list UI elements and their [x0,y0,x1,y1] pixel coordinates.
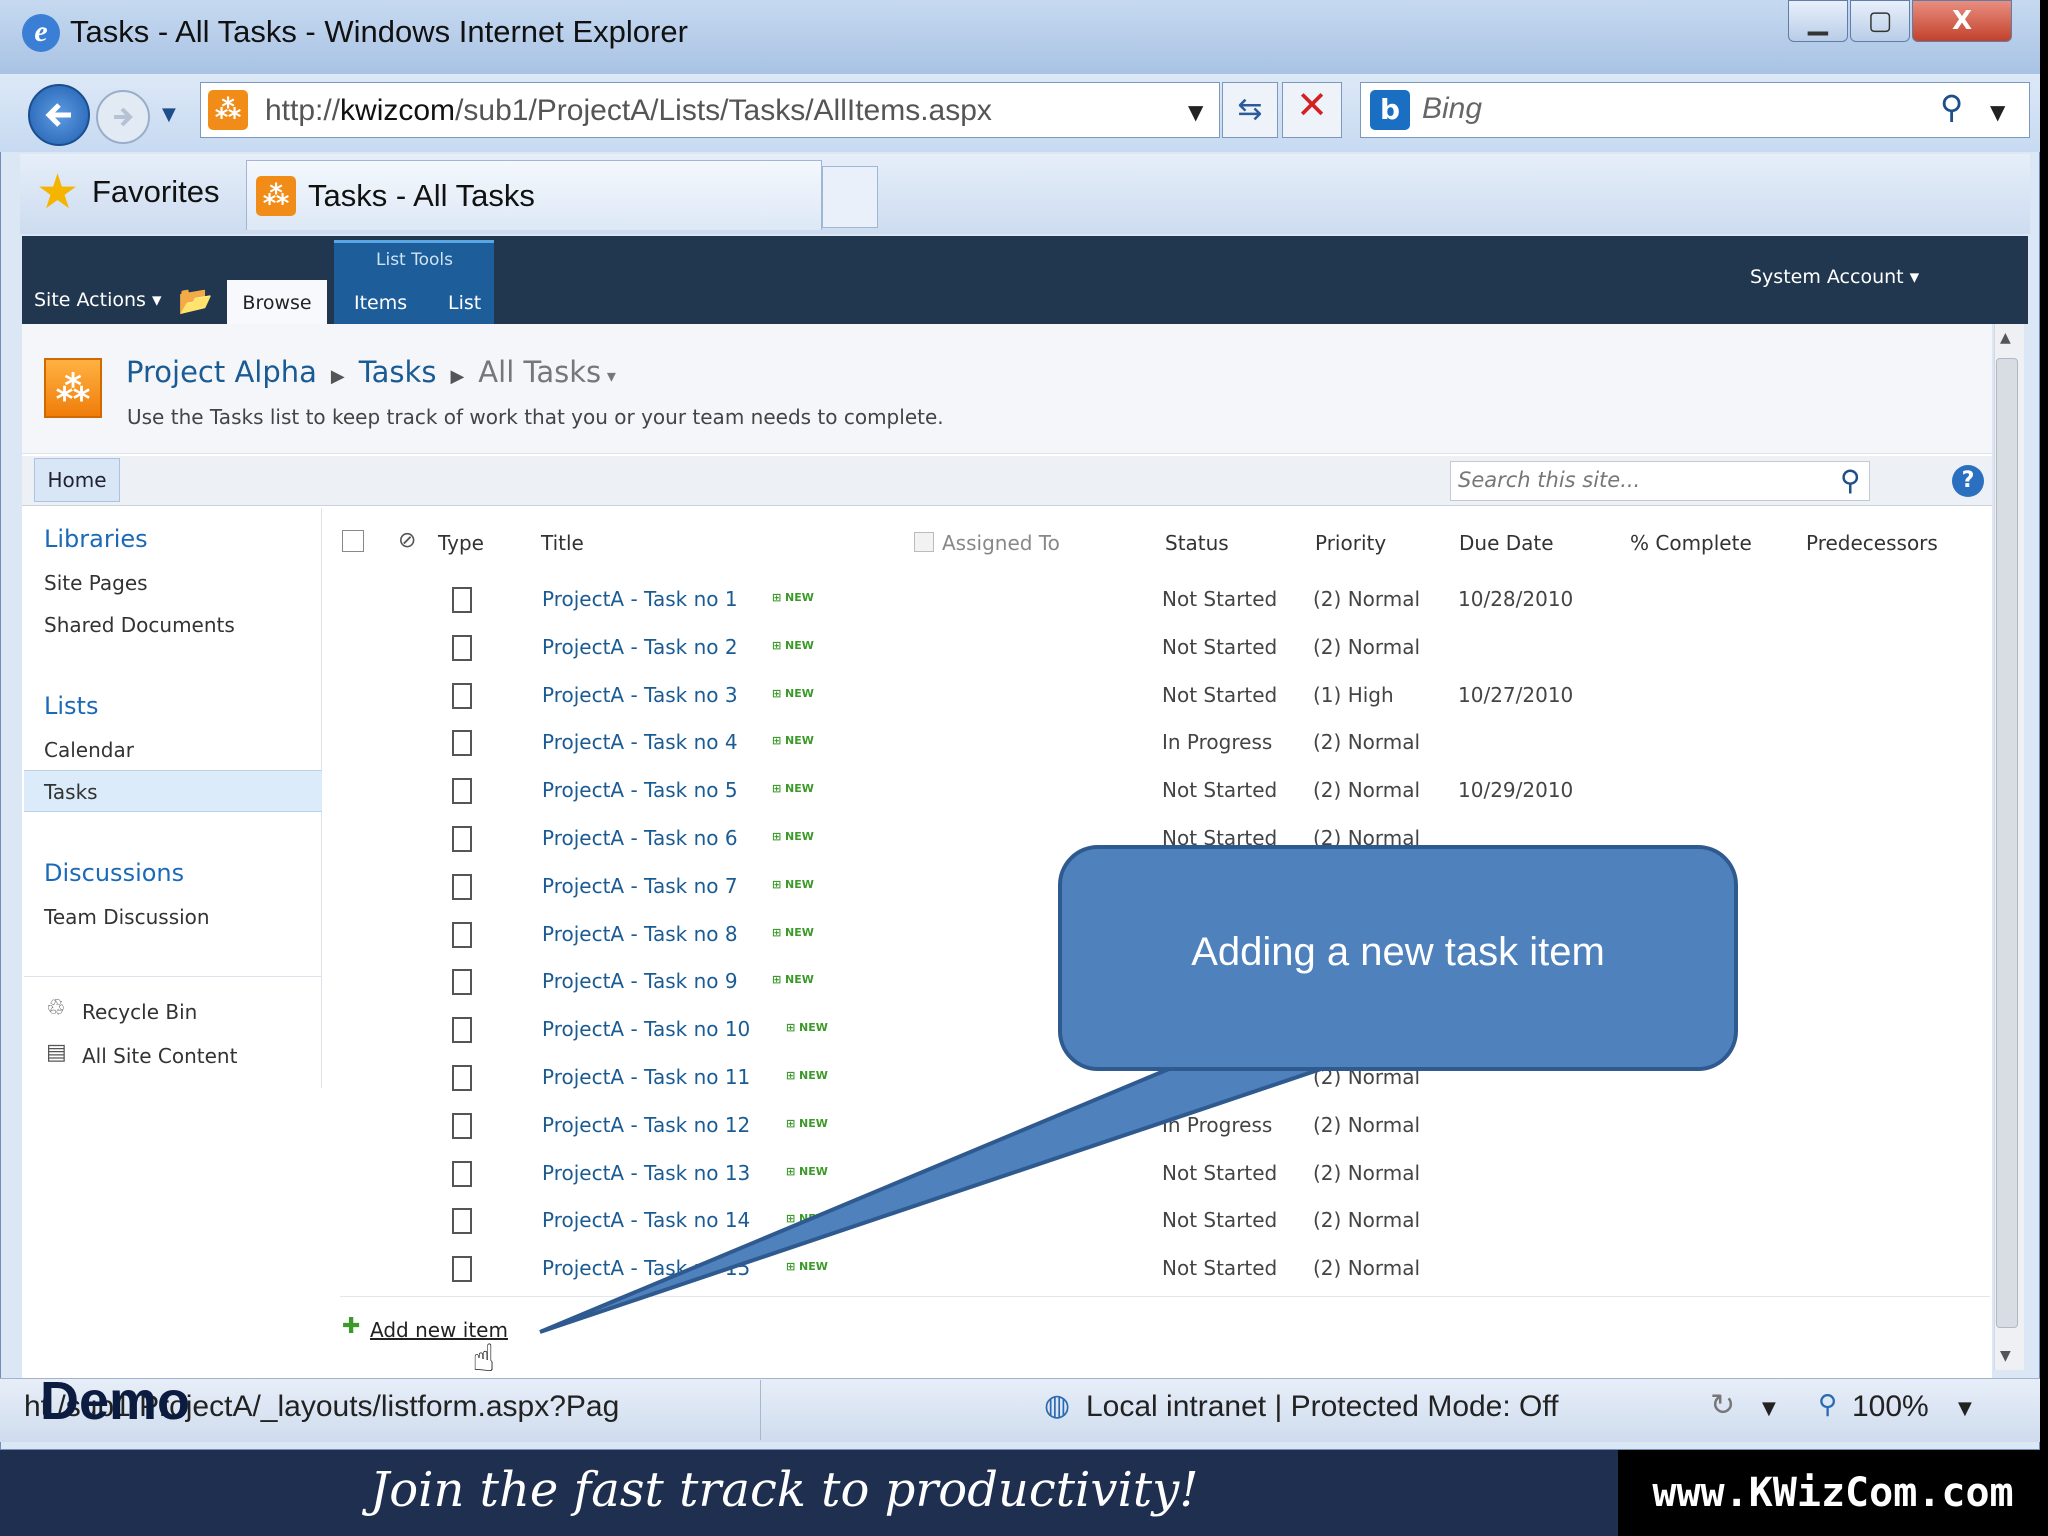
new-badge: ⊞ NEW [772,782,814,795]
hand-cursor-icon: ☝ [472,1336,496,1380]
task-status: Not Started [1162,635,1278,659]
task-status: Not Started [1162,1208,1278,1232]
task-priority: (1) High [1313,683,1394,707]
zoom-level[interactable]: 100% [1852,1390,1929,1424]
task-status: Not Started [1162,683,1278,707]
document-icon [452,635,472,661]
new-badge: ⊞ NEW [772,973,814,986]
task-status: In Progress [1162,730,1273,754]
new-badge: ⊞ NEW [772,687,814,700]
task-status: In Progress [1162,1113,1273,1137]
scroll-down-icon[interactable]: ▼ [2000,1348,2011,1364]
task-title-link[interactable]: ProjectA - Task no 3 [542,683,738,707]
new-badge: ⊞ NEW [772,926,814,939]
new-badge: ⊞ NEW [786,1069,828,1082]
new-badge: ⊞ NEW [786,1021,828,1034]
security-zone[interactable]: Local intranet | Protected Mode: Off [1086,1390,1559,1424]
document-icon [452,730,472,756]
task-status: Not Started [1162,1256,1278,1280]
task-title-link[interactable]: ProjectA - Task no 2 [542,635,738,659]
task-priority: (2) Normal [1313,1208,1421,1232]
cycle-icon[interactable]: ↻ [1710,1388,1735,1423]
task-priority: (2) Normal [1313,730,1421,754]
task-due-date: 10/29/2010 [1458,778,1574,802]
zoom-icon: ⚲ [1818,1390,1838,1420]
document-icon [452,1113,472,1139]
new-badge: ⊞ NEW [772,830,814,843]
task-due-date: 10/28/2010 [1458,587,1574,611]
banner-url: www.KWizCom.com [1618,1450,2048,1536]
task-priority: (2) Normal [1313,587,1421,611]
document-icon [452,587,472,613]
task-priority: (2) Normal [1313,778,1421,802]
task-status: Not Started [1162,587,1278,611]
task-status: Not Started [1162,1161,1278,1185]
task-priority: (2) Normal [1313,635,1421,659]
document-icon [452,1208,472,1234]
callout-text: Adding a new task item [1191,930,1605,974]
task-title-link[interactable]: ProjectA - Task no 13 [542,1161,750,1185]
task-title-link[interactable]: ProjectA - Task no 14 [542,1208,750,1232]
task-title-link[interactable]: ProjectA - Task no 10 [542,1017,750,1041]
new-badge: ⊞ NEW [772,591,814,604]
task-priority: (2) Normal [1313,1113,1421,1137]
intranet-globe-icon: ◍ [1044,1388,1071,1423]
task-title-link[interactable]: ProjectA - Task no 11 [542,1065,750,1089]
document-icon [452,683,472,709]
new-badge: ⊞ NEW [786,1165,828,1178]
task-title-link[interactable]: ProjectA - Task no 5 [542,778,738,802]
new-badge: ⊞ NEW [772,639,814,652]
task-title-link[interactable]: ProjectA - Task no 8 [542,922,738,946]
task-title-link[interactable]: ProjectA - Task no 15 [542,1256,750,1280]
zoom-dropdown-icon[interactable]: ▼ [1958,1398,1972,1419]
demo-label: Demo [40,1371,191,1431]
task-title-link[interactable]: ProjectA - Task no 12 [542,1113,750,1137]
task-due-date: 10/27/2010 [1458,683,1574,707]
new-badge: ⊞ NEW [786,1260,828,1273]
document-icon [452,1065,472,1091]
task-title-link[interactable]: ProjectA - Task no 1 [542,587,738,611]
document-icon [452,969,472,995]
task-title-link[interactable]: ProjectA - Task no 4 [542,730,738,754]
document-icon [452,1017,472,1043]
add-plus-icon: ✚ [342,1314,361,1339]
task-priority: (2) Normal [1313,1256,1421,1280]
cycle-dropdown-icon[interactable]: ▼ [1762,1398,1776,1419]
document-icon [452,1161,472,1187]
task-list: ProjectA - Task no 1 ⊞ NEW Not Started (… [0,0,2048,1300]
new-badge: ⊞ NEW [786,1117,828,1130]
task-priority: (2) Normal [1313,1161,1421,1185]
new-badge: ⊞ NEW [772,878,814,891]
new-badge: ⊞ NEW [772,734,814,747]
document-icon [452,826,472,852]
task-status: Not Started [1162,778,1278,802]
task-title-link[interactable]: ProjectA - Task no 6 [542,826,738,850]
task-title-link[interactable]: ProjectA - Task no 7 [542,874,738,898]
document-icon [452,778,472,804]
document-icon [452,1256,472,1282]
document-icon [452,922,472,948]
list-divider [340,1296,1990,1297]
task-title-link[interactable]: ProjectA - Task no 9 [542,969,738,993]
banner-slogan: Join the fast track to productivity! [370,1462,1199,1518]
status-divider [760,1380,761,1440]
document-icon [452,874,472,900]
new-badge: ⊞ NEW [786,1212,828,1225]
